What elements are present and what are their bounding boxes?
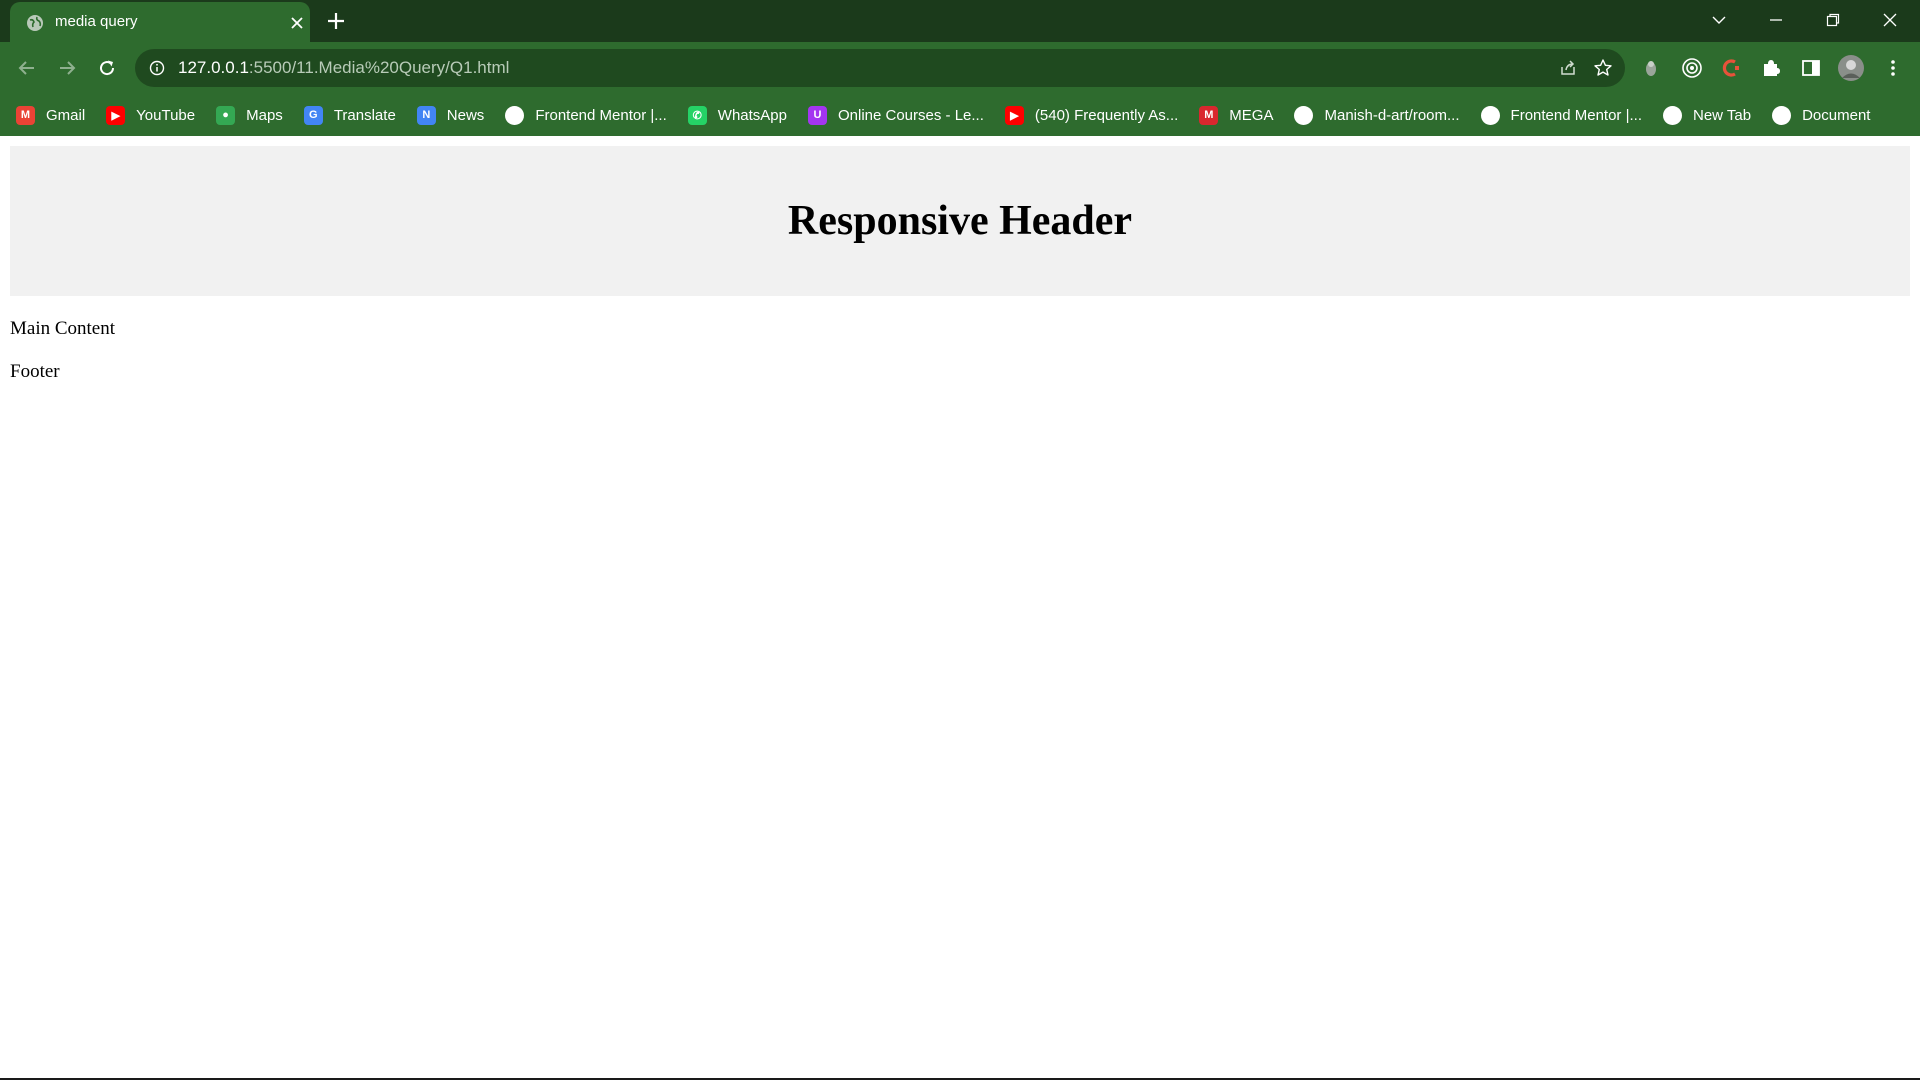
bookmark-label: New Tab (1693, 106, 1752, 124)
page-viewport: Responsive Header Main Content Footer (0, 136, 1920, 1080)
minimize-icon[interactable] (1762, 8, 1790, 32)
bookmark-label: Translate (333, 106, 396, 124)
bookmark-item[interactable]: U Online Courses - Le... (807, 105, 984, 125)
maps-icon: ● (216, 105, 236, 125)
bookmark-label: WhatsApp (717, 106, 787, 124)
site-info-icon[interactable] (149, 60, 165, 76)
bookmark-label: Manish-d-art/room... (1324, 106, 1460, 124)
bookmark-label: (540) Frequently As... (1034, 106, 1179, 124)
extension-icon[interactable] (1638, 55, 1664, 81)
more-menu-icon[interactable] (1880, 55, 1906, 81)
bookmark-label: News (446, 106, 485, 124)
bookmark-item[interactable]: M Gmail (16, 105, 86, 125)
translate-icon: G (303, 105, 323, 125)
url-host: 127.0.0.1 (178, 58, 249, 77)
forward-icon[interactable] (53, 54, 81, 82)
news-icon: N (416, 105, 436, 125)
colorzilla-extension-icon[interactable] (1718, 55, 1744, 81)
tab-title: media query (55, 13, 138, 30)
bookmark-label: Maps (246, 106, 283, 124)
youtube-icon: ▶ (1004, 105, 1024, 125)
bookmark-label: Frontend Mentor |... (535, 106, 667, 124)
page-header: Responsive Header (10, 146, 1910, 296)
youtube-icon: ▶ (106, 105, 126, 125)
bookmark-item[interactable]: ● Maps (216, 105, 283, 125)
bookmark-item[interactable]: G Translate (303, 105, 396, 125)
page-title: Responsive Header (787, 198, 1133, 244)
extensions-puzzle-icon[interactable] (1758, 55, 1784, 81)
tab-strip: media query (0, 0, 1920, 42)
bookmark-item[interactable]: New Tab (1663, 105, 1752, 125)
bookmarks-bar: M Gmail ▶ YouTube ● Maps G Translate N News Fronte… (0, 94, 1920, 136)
gmail-icon: M (16, 105, 35, 125)
address-bar[interactable]: 127.0.0.1:5500/11.Media%20Query/Q1.html (135, 49, 1625, 87)
bookmark-label: MEGA (1229, 106, 1274, 124)
url-path: :5500/11.Media%20Query/Q1.html (248, 58, 510, 77)
bookmark-item[interactable]: Frontend Mentor |... (1480, 105, 1642, 125)
restore-icon[interactable] (1819, 8, 1847, 32)
bookmark-label: Frontend Mentor |... (1510, 106, 1642, 124)
bookmark-item[interactable]: ▶ (540) Frequently As... (1004, 105, 1179, 125)
bookmark-item[interactable]: Manish-d-art/room... (1294, 105, 1460, 125)
bookmark-item[interactable]: Frontend Mentor |... (505, 105, 667, 125)
footer-text: Footer (10, 361, 60, 382)
back-icon[interactable] (13, 54, 41, 82)
active-tab[interactable]: media query (10, 2, 310, 42)
side-panel-icon[interactable] (1798, 55, 1824, 81)
bookmark-item[interactable]: M MEGA (1199, 105, 1274, 125)
bookmark-item[interactable]: N News (416, 105, 485, 125)
tab-search-icon[interactable] (1705, 8, 1733, 32)
reload-icon[interactable] (93, 54, 121, 82)
globe-icon (1663, 105, 1682, 125)
bookmark-label: YouTube (136, 106, 196, 124)
globe-icon (27, 15, 43, 31)
bookmark-item[interactable]: ✆ WhatsApp (687, 105, 787, 125)
close-tab-icon[interactable] (288, 14, 306, 32)
github-icon (1294, 105, 1314, 125)
record-extension-icon[interactable] (1679, 55, 1705, 81)
browser-toolbar: 127.0.0.1:5500/11.Media%20Query/Q1.html (0, 42, 1920, 94)
whatsapp-icon: ✆ (687, 105, 707, 125)
bookmark-label: Online Courses - Le... (837, 106, 984, 124)
frontend-mentor-icon (505, 105, 525, 125)
mega-icon: M (1199, 105, 1219, 125)
main-content-text: Main Content (10, 318, 116, 339)
globe-icon (1480, 105, 1500, 125)
bookmark-item[interactable]: ▶ YouTube (106, 105, 196, 125)
bookmark-star-icon[interactable] (1593, 58, 1613, 78)
udemy-icon: U (807, 105, 827, 125)
bookmark-label: Document (1802, 106, 1871, 124)
new-tab-icon[interactable] (325, 10, 347, 32)
close-window-icon[interactable] (1876, 8, 1904, 32)
bookmark-item[interactable]: Document (1772, 105, 1871, 125)
bookmark-label: Gmail (46, 106, 86, 124)
url-text: 127.0.0.1:5500/11.Media%20Query/Q1.html (178, 58, 509, 78)
avatar[interactable] (1838, 55, 1864, 81)
share-icon[interactable] (1559, 59, 1577, 77)
document-icon (1772, 105, 1792, 125)
